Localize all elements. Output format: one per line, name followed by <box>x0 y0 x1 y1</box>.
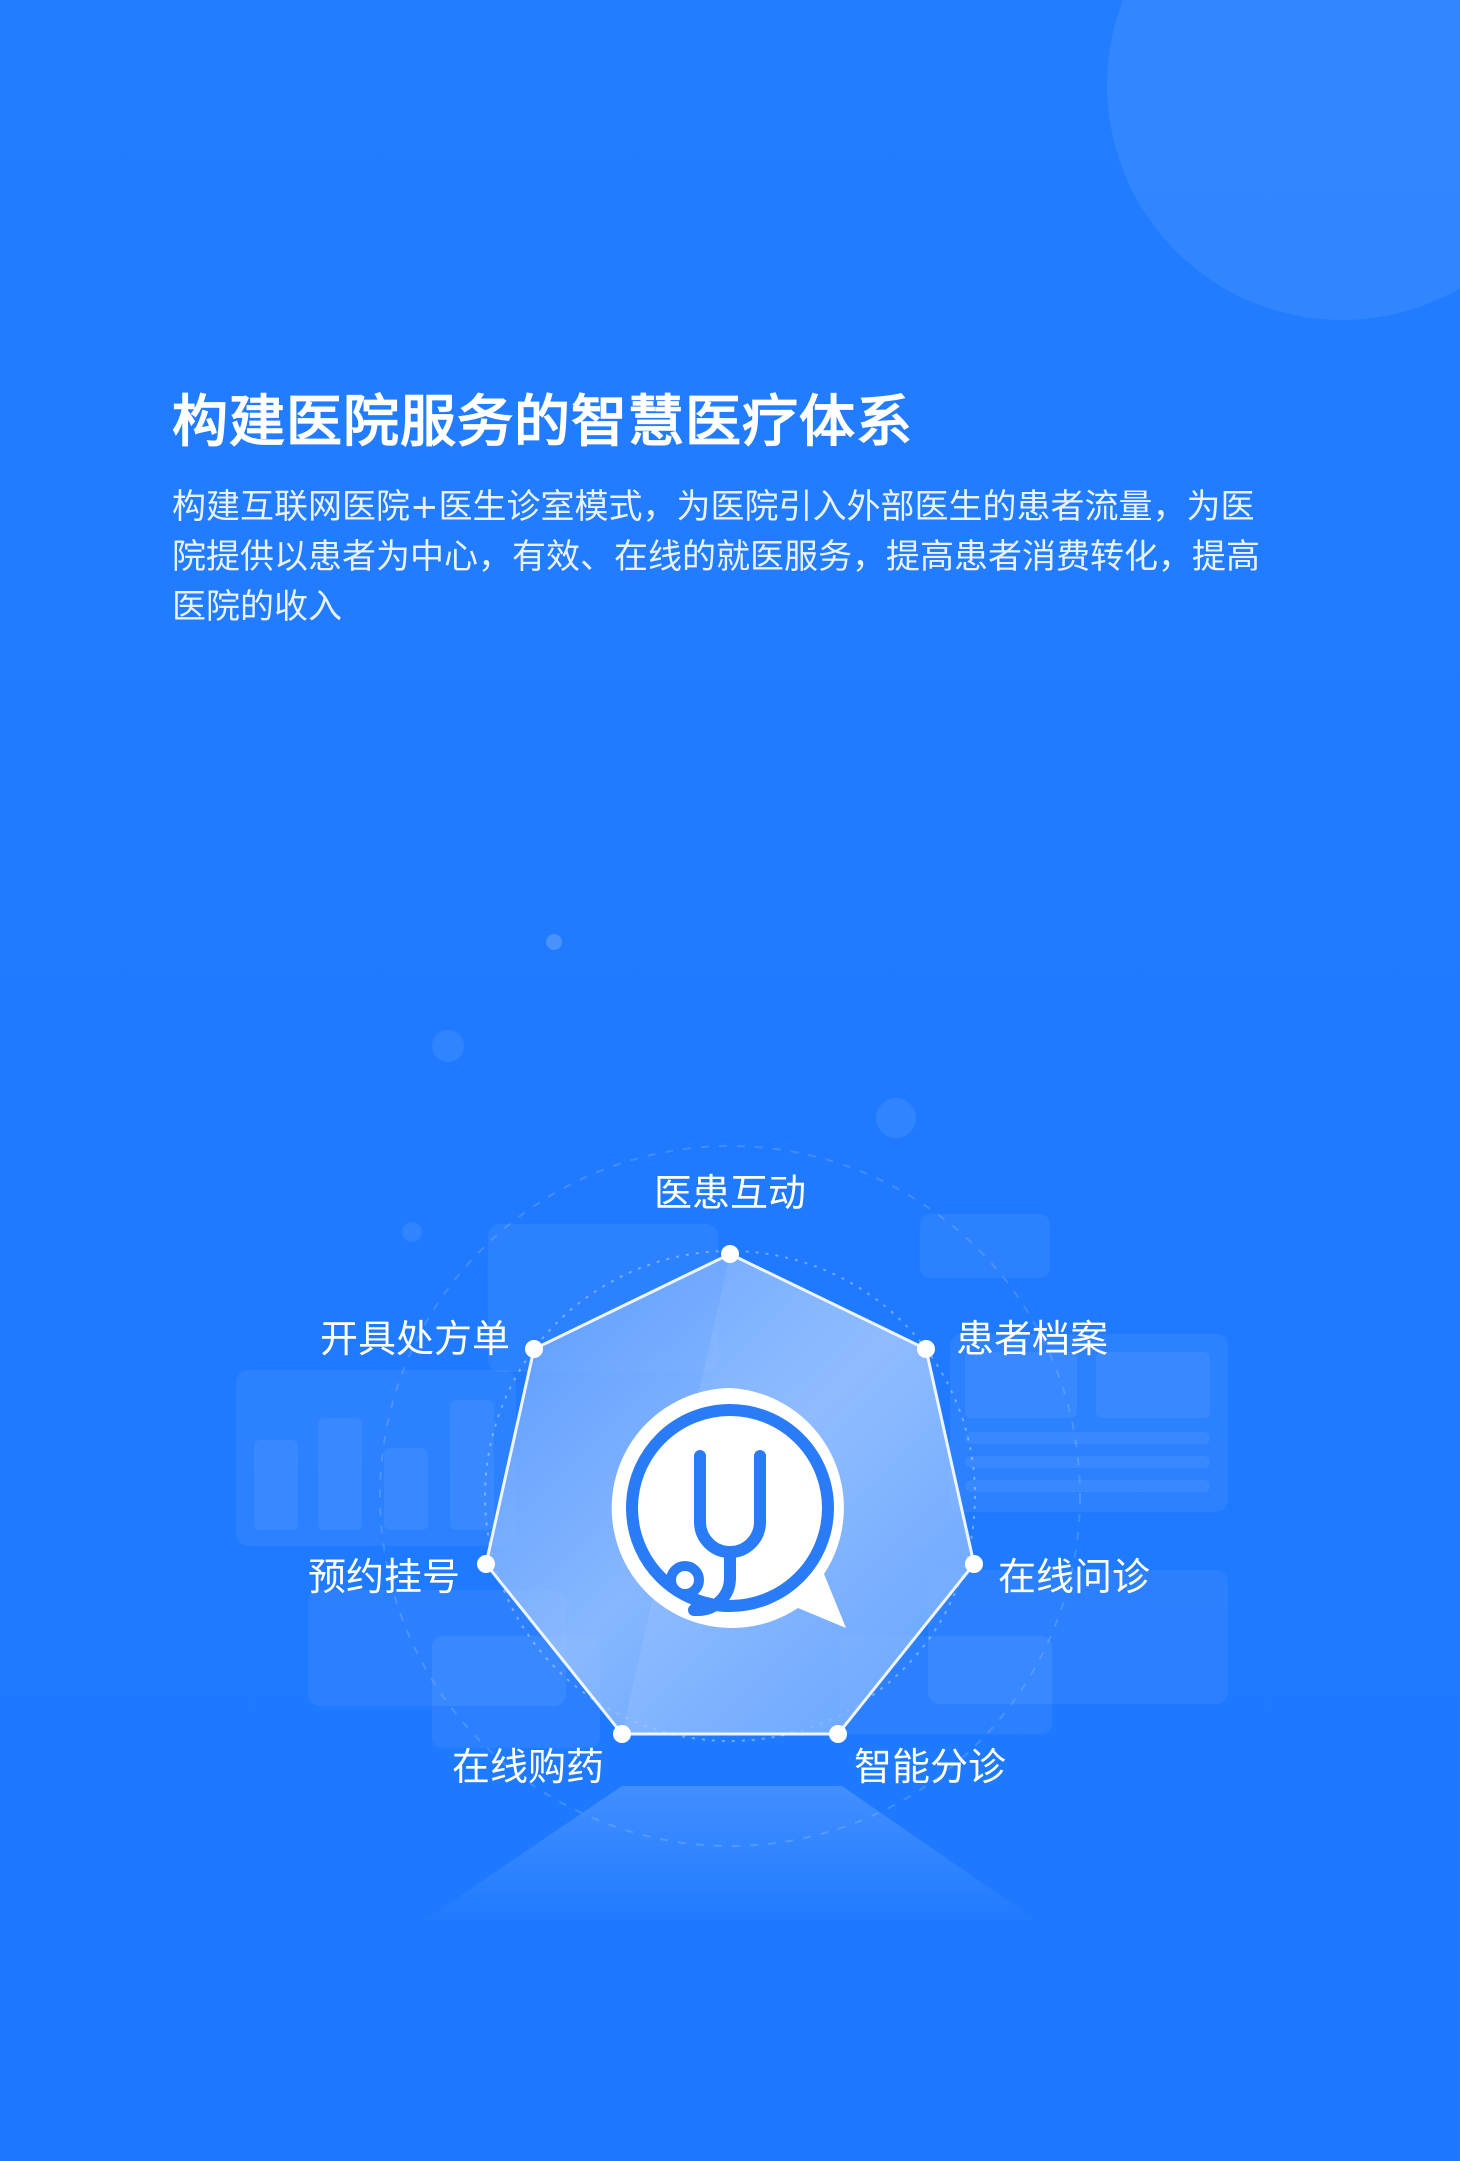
decorative-dot <box>876 1098 916 1138</box>
node-label-doctor-patient-interaction: 医患互动 <box>654 1171 806 1215</box>
page-description: 构建互联网医院+医生诊室模式，为医院引入外部医生的患者流量，为医院提供以患者为中… <box>172 487 1260 627</box>
node-label-appointment-booking: 预约挂号 <box>308 1555 460 1599</box>
page-title: 构建医院服务的智慧医疗体系 <box>172 390 913 455</box>
decorative-dot <box>402 1222 422 1242</box>
page: 构建医院服务的智慧医疗体系 构建互联网医院+医生诊室模式，为医院引入外部医生的患… <box>0 0 1460 2161</box>
node-label-patient-records: 患者档案 <box>956 1317 1108 1361</box>
light-beam <box>410 1786 1050 1930</box>
node-label-smart-triage: 智能分诊 <box>854 1745 1006 1789</box>
node-label-prescription: 开具处方单 <box>320 1317 510 1361</box>
node-label-online-consultation: 在线问诊 <box>998 1555 1150 1599</box>
service-diagram: 医患互动 患者档案 在线问诊 智能分诊 在线购药 预约挂号 开具处方单 <box>236 934 1228 1930</box>
decorative-circle <box>1107 0 1460 320</box>
decorative-dot <box>546 934 562 950</box>
node-label-online-pharmacy: 在线购药 <box>452 1745 604 1789</box>
decorative-dot <box>432 1030 464 1062</box>
